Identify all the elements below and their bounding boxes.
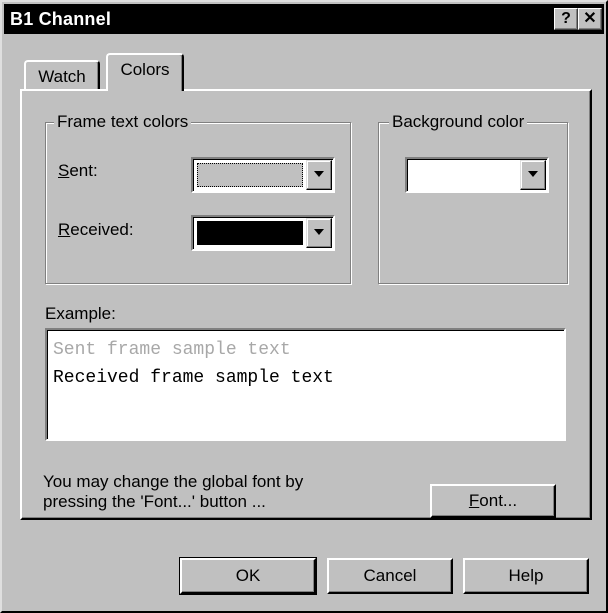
title-bar[interactable]: B1 Channel ? ✕ (4, 4, 604, 34)
sent-color-swatch (197, 163, 303, 187)
tab-colors[interactable]: Colors (106, 53, 184, 91)
font-button[interactable]: Font... (430, 484, 556, 518)
frame-text-colors-title: Frame text colors (54, 112, 192, 132)
received-color-swatch (197, 221, 303, 245)
background-color-swatch (411, 163, 517, 187)
background-color-title: Background color (389, 112, 528, 132)
example-preview-box: Sent frame sample text Received frame sa… (45, 328, 566, 441)
chevron-down-icon[interactable] (520, 160, 546, 190)
help-button[interactable]: Help (463, 558, 589, 594)
window-title: B1 Channel (10, 9, 112, 29)
frame-text-colors-group: Frame text colors Sent: Received: (45, 112, 351, 284)
close-icon[interactable]: ✕ (578, 8, 602, 30)
cancel-button[interactable]: Cancel (327, 558, 453, 594)
tab-watch[interactable]: Watch (24, 60, 100, 90)
background-color-combo[interactable] (405, 157, 549, 193)
ok-button[interactable]: OK (179, 557, 317, 595)
example-label: Example: (45, 304, 116, 323)
sent-label: Sent: (58, 161, 98, 180)
help-icon[interactable]: ? (554, 8, 578, 30)
background-color-group: Background color (378, 112, 568, 284)
chevron-down-icon[interactable] (306, 160, 332, 190)
font-hint-line-2: pressing the 'Font...' button ... (43, 492, 266, 511)
received-sample-text: Received frame sample text (53, 368, 334, 388)
font-hint-line-1: You may change the global font by (43, 472, 304, 491)
sent-color-combo[interactable] (191, 157, 335, 193)
dialog-window: B1 Channel ? ✕ Watch Colors Frame text c… (0, 0, 608, 613)
received-label: Received: (58, 220, 134, 239)
received-color-combo[interactable] (191, 215, 335, 251)
chevron-down-icon[interactable] (306, 218, 332, 248)
colors-tab-panel: Frame text colors Sent: Received: Backgr… (20, 89, 592, 520)
sent-sample-text: Sent frame sample text (53, 340, 291, 360)
